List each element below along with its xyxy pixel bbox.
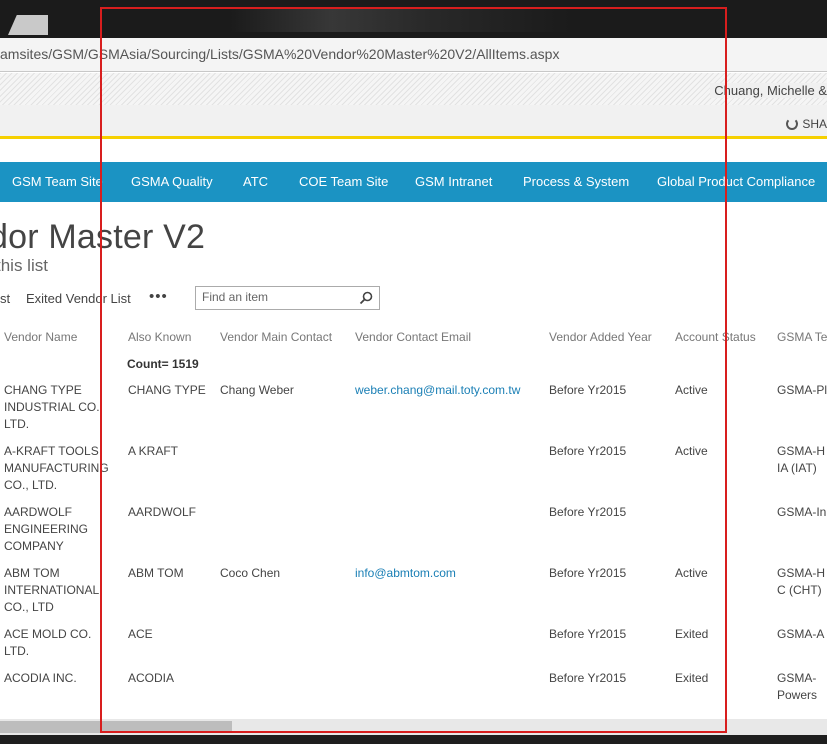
column-header-vendor-contact-email[interactable]: Vendor Contact Email (355, 330, 471, 344)
cell-added-year: Before Yr2015 (549, 505, 627, 519)
nav-item-coe-team-site[interactable]: COE Team Site (299, 174, 388, 189)
cell-added-year: Before Yr2015 (549, 383, 627, 397)
cell-gsma-team: GSMA-A (777, 627, 825, 641)
column-header-vendor-name[interactable]: Vendor Name (4, 330, 77, 344)
cell-account-status: Exited (675, 671, 709, 685)
column-header-account-status[interactable]: Account Status (675, 330, 756, 344)
user-name-menu[interactable]: Chuang, Michelle & (710, 83, 827, 98)
cell-vendor-name[interactable]: ACE MOLD CO. LTD. (4, 626, 116, 660)
address-bar[interactable]: amsites/GSM/GSMAsia/Sourcing/Lists/GSMA%… (0, 38, 827, 72)
share-label: SHA (802, 117, 827, 131)
search-input[interactable] (202, 290, 352, 304)
column-header-vendor-added-year[interactable]: Vendor Added Year (549, 330, 652, 344)
address-url[interactable]: amsites/GSM/GSMAsia/Sourcing/Lists/GSMA%… (0, 46, 559, 62)
cell-account-status: Active (675, 566, 708, 580)
search-box[interactable] (195, 286, 380, 310)
cell-main-contact: Chang Weber (220, 383, 294, 397)
cell-account-status: Exited (675, 627, 709, 641)
cell-vendor-name[interactable]: ABM TOM INTERNATIONAL CO., LTD (4, 565, 116, 616)
nav-item-atc[interactable]: ATC (243, 174, 268, 189)
cell-also-known: ABM TOM (128, 566, 184, 580)
search-icon[interactable] (359, 291, 373, 305)
view-item-exited-vendor-list[interactable]: Exited Vendor List (26, 291, 131, 306)
edit-list-link[interactable]: this list (0, 256, 48, 276)
cell-gsma-team: GSMA-Pl (777, 383, 827, 397)
cell-contact-email[interactable]: weber.chang@mail.toty.com.tw (355, 382, 545, 399)
scrollbar-thumb[interactable] (0, 721, 232, 733)
cell-also-known: A KRAFT (128, 444, 179, 458)
nav-item-global-product-compliance[interactable]: Global Product Compliance (657, 174, 815, 189)
column-header-also-known[interactable]: Also Known (128, 330, 191, 344)
cell-gsma-team: GSMA- Powers (777, 671, 818, 702)
cell-vendor-name[interactable]: ACODIA INC. (4, 670, 116, 687)
item-count: Count= 1519 (127, 357, 199, 371)
cell-also-known: ACE (128, 627, 153, 641)
cell-also-known: CHANG TYPE (128, 383, 206, 397)
horizontal-scrollbar[interactable] (0, 719, 827, 735)
nav-item-process-system[interactable]: Process & System (523, 174, 629, 189)
nav-item-gsm-intranet[interactable]: GSM Intranet (415, 174, 492, 189)
cell-gsma-team: GSMA-H C (CHT) (777, 566, 825, 597)
cell-added-year: Before Yr2015 (549, 671, 627, 685)
cell-contact-email[interactable]: info@abmtom.com (355, 565, 545, 582)
nav-item-gsma-quality[interactable]: GSMA Quality (131, 174, 213, 189)
cell-account-status: Active (675, 383, 708, 397)
cell-main-contact: Coco Chen (220, 566, 281, 580)
cell-vendor-name[interactable]: CHANG TYPE INDUSTRIAL CO., LTD. (4, 382, 116, 433)
cell-also-known: ACODIA (128, 671, 175, 685)
cell-added-year: Before Yr2015 (549, 627, 627, 641)
cell-added-year: Before Yr2015 (549, 566, 627, 580)
cell-vendor-name[interactable]: A-KRAFT TOOLS MANUFACTURING CO., LTD. (4, 443, 116, 494)
cell-added-year: Before Yr2015 (549, 444, 627, 458)
nav-item-gsm-team-site[interactable]: GSM Team Site (12, 174, 103, 189)
browser-tab[interactable] (8, 15, 48, 35)
bottom-bar (0, 735, 827, 744)
top-navigation: GSM Team Site GSMA Quality ATC COE Team … (0, 162, 827, 202)
more-views-button[interactable]: ••• (149, 288, 168, 305)
share-button[interactable]: SHA (786, 117, 827, 131)
cell-vendor-name[interactable]: AARDWOLF ENGINEERING COMPANY (4, 504, 116, 555)
browser-tab-strip (0, 0, 827, 38)
cell-gsma-team: GSMA-In (777, 505, 827, 519)
ribbon-bar: SHA (0, 105, 827, 139)
column-header-gsma-team[interactable]: GSMA Te (777, 330, 827, 344)
cell-gsma-team: GSMA-H IA (IAT) (777, 444, 825, 475)
cell-also-known: AARDWOLF (128, 505, 197, 519)
suite-bar: Chuang, Michelle & (0, 73, 827, 105)
tab-strip-highlight (230, 8, 570, 32)
cell-account-status: Active (675, 444, 708, 458)
column-header-vendor-main-contact[interactable]: Vendor Main Contact (220, 330, 332, 344)
page-title: dor Master V2 (0, 218, 206, 256)
share-icon (786, 118, 799, 130)
view-item-all[interactable]: st (0, 291, 10, 306)
